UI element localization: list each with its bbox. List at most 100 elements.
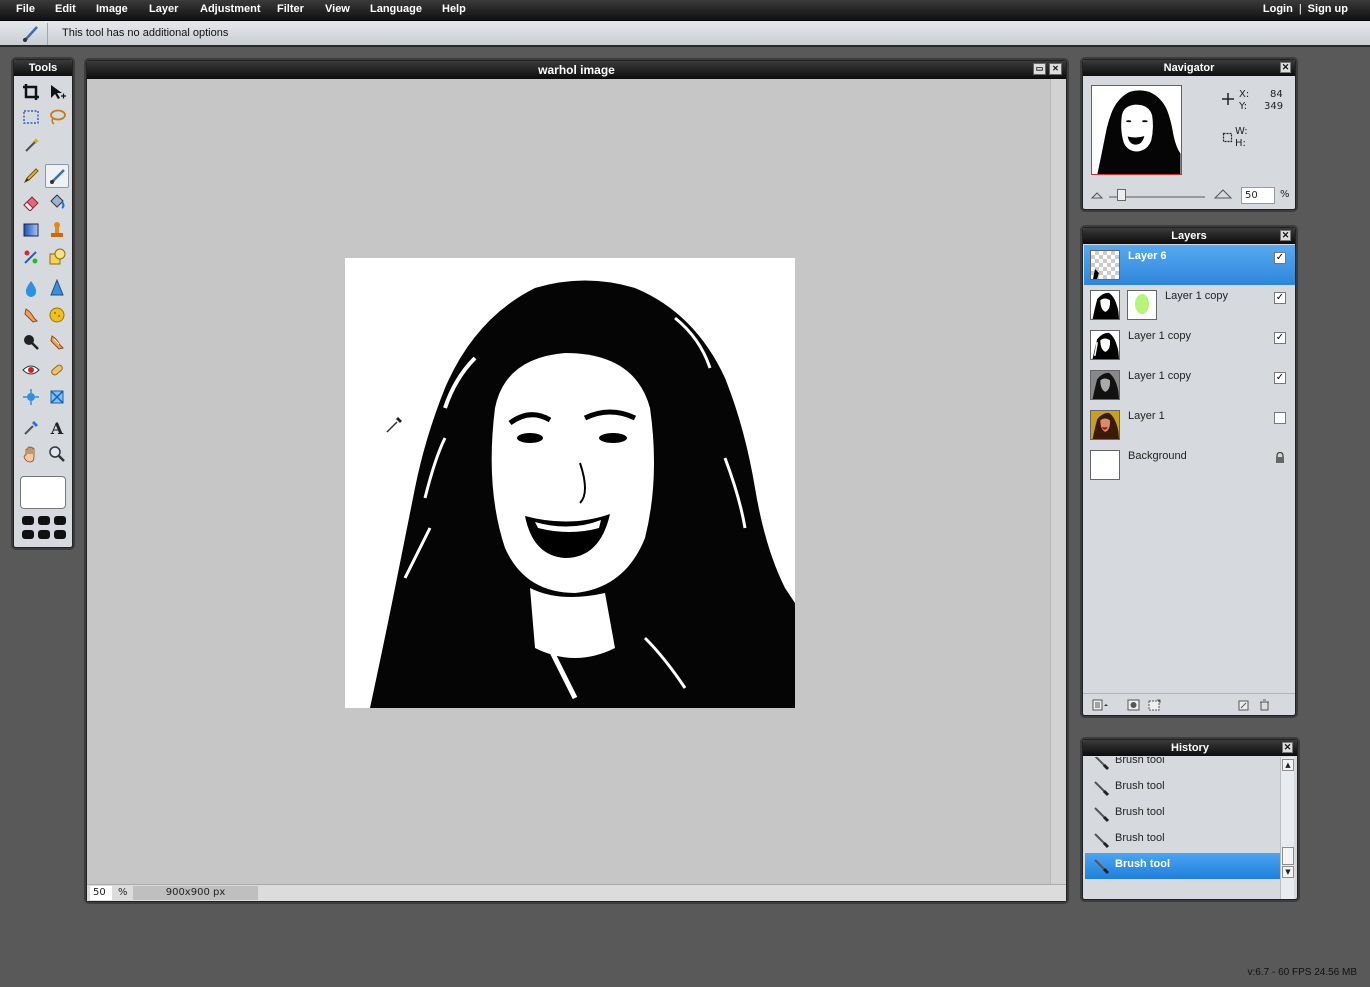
document-image[interactable] [345,258,795,708]
new-layer-icon[interactable] [1237,699,1250,711]
magic-wand-icon[interactable] [19,133,43,157]
lasso-tool-icon[interactable] [45,105,69,129]
layer-visibility-checkbox[interactable] [1274,412,1286,424]
layer-visibility-checkbox[interactable]: ✓ [1274,252,1286,264]
menu-adjustment[interactable]: Adjustment [200,3,261,15]
menu-image[interactable]: Image [96,3,128,15]
layer-visibility-checkbox[interactable]: ✓ [1274,332,1286,344]
layer-row[interactable]: Layer 6 ✓ [1084,245,1295,285]
layer-thumbnail [1090,290,1120,320]
menu-edit[interactable]: Edit [55,3,76,15]
blur-tool-icon[interactable] [19,276,43,300]
layer-name: Layer 1 copy [1165,290,1228,302]
burn-tool-icon[interactable] [19,330,43,354]
navigator-title-text: Navigator [1163,62,1215,74]
tools-panel: Tools A [13,59,73,548]
history-item[interactable]: Brush tool [1085,775,1280,801]
options-message: This tool has no additional options [62,27,229,39]
canvas-area[interactable] [87,79,1050,884]
sharpen-tool-icon[interactable] [45,276,69,300]
vertical-scrollbar[interactable] [1050,79,1066,884]
menu-file[interactable]: File [16,3,35,15]
eraser-tool-icon[interactable] [19,190,43,214]
login-link[interactable]: Login [1263,3,1293,15]
zoom-in-icon[interactable] [1214,188,1232,200]
history-item-label: Brush tool [1115,832,1165,844]
menu-help[interactable]: Help [442,3,466,15]
shape-tool-icon[interactable] [45,245,69,269]
navigator-zoom-input[interactable]: 50 [1241,187,1275,204]
eyedropper-cursor-icon [386,417,402,433]
layer-row[interactable]: Layer 1 [1084,405,1295,445]
history-item-label: Brush tool [1115,757,1165,766]
layer-settings-icon[interactable] [1092,699,1110,711]
layer-mask-thumbnail [1127,290,1157,320]
marquee-tool-icon[interactable] [19,105,43,129]
layer-visibility-checkbox[interactable]: ✓ [1274,292,1286,304]
zoom-slider-handle[interactable] [1117,189,1126,201]
history-item[interactable]: Brush tool [1085,827,1280,853]
layer-name: Layer 1 copy [1128,330,1191,342]
zoom-tool-icon[interactable] [45,442,69,466]
hand-tool-icon[interactable] [19,442,43,466]
scrollbar-thumb[interactable] [1282,847,1294,865]
close-icon[interactable]: ✕ [1282,742,1293,753]
history-scrollbar[interactable]: ▲ ▼ [1280,757,1294,899]
document-title-text: warhol image [538,63,615,77]
move-tool-icon[interactable] [45,80,69,104]
signup-link[interactable]: Sign up [1308,3,1348,15]
layer-row[interactable]: Layer 1 copy ✓ [1084,285,1295,325]
layer-row[interactable]: Layer 1 copy ✓ [1084,365,1295,405]
type-tool-icon[interactable]: A [45,416,69,440]
add-mask-icon[interactable] [1127,699,1140,711]
close-icon[interactable]: ✕ [1280,62,1291,73]
scroll-down-icon[interactable]: ▼ [1282,866,1294,878]
scroll-up-icon[interactable]: ▲ [1282,759,1294,771]
menu-language[interactable]: Language [370,3,422,15]
maximize-icon[interactable]: ▭ [1033,63,1046,75]
clone-stamp-icon[interactable] [45,218,69,242]
pencil-tool-icon[interactable] [19,164,43,188]
image-dimensions: 900x900 px [133,886,258,900]
history-item[interactable]: Brush tool [1085,757,1280,775]
navigator-thumbnail[interactable] [1091,85,1182,175]
zoom-out-icon[interactable] [1091,190,1103,200]
auth-separator: | [1298,3,1302,15]
paint-bucket-icon[interactable] [45,190,69,214]
layer-thumbnail [1090,250,1120,280]
history-panel: History ✕ Brush tool Brush tool Brush to… [1082,739,1298,900]
crosshair-icon [1222,93,1234,105]
spot-heal-icon[interactable] [45,358,69,382]
color-picker-icon[interactable] [19,416,43,440]
layer-row[interactable]: Background [1084,445,1295,485]
brush-tool-icon[interactable] [45,164,69,188]
sponge-tool-icon[interactable] [45,303,69,327]
gradient-tool-icon[interactable] [19,218,43,242]
bloat-tool-icon[interactable] [19,385,43,409]
dodge-tool-icon[interactable] [45,330,69,354]
color-replace-icon[interactable] [19,245,43,269]
menu-layer[interactable]: Layer [149,3,178,15]
trash-icon[interactable] [1258,699,1271,711]
color-swatch[interactable] [20,476,66,509]
history-title: History ✕ [1083,740,1297,756]
layers-title: Layers ✕ [1083,228,1295,244]
close-icon[interactable]: ✕ [1049,63,1062,75]
history-item[interactable]: Brush tool [1085,801,1280,827]
close-icon[interactable]: ✕ [1280,230,1291,241]
smudge-tool-icon[interactable] [19,303,43,327]
red-eye-tool-icon[interactable] [19,358,43,382]
crop-tool-icon[interactable] [19,80,43,104]
layers-title-text: Layers [1171,230,1207,242]
zoom-input[interactable]: 50 [90,886,112,900]
history-item[interactable]: Brush tool [1085,853,1280,879]
layer-style-icon[interactable] [1148,699,1161,711]
menu-filter[interactable]: Filter [277,3,304,15]
panel-layout-icon[interactable] [22,516,68,542]
menu-view[interactable]: View [325,3,350,15]
layer-row[interactable]: Layer 1 copy ✓ [1084,325,1295,365]
pinch-tool-icon[interactable] [45,385,69,409]
document-title: warhol image ▭ ✕ [87,61,1066,79]
layer-visibility-checkbox[interactable]: ✓ [1274,372,1286,384]
brush-icon [1094,807,1110,823]
